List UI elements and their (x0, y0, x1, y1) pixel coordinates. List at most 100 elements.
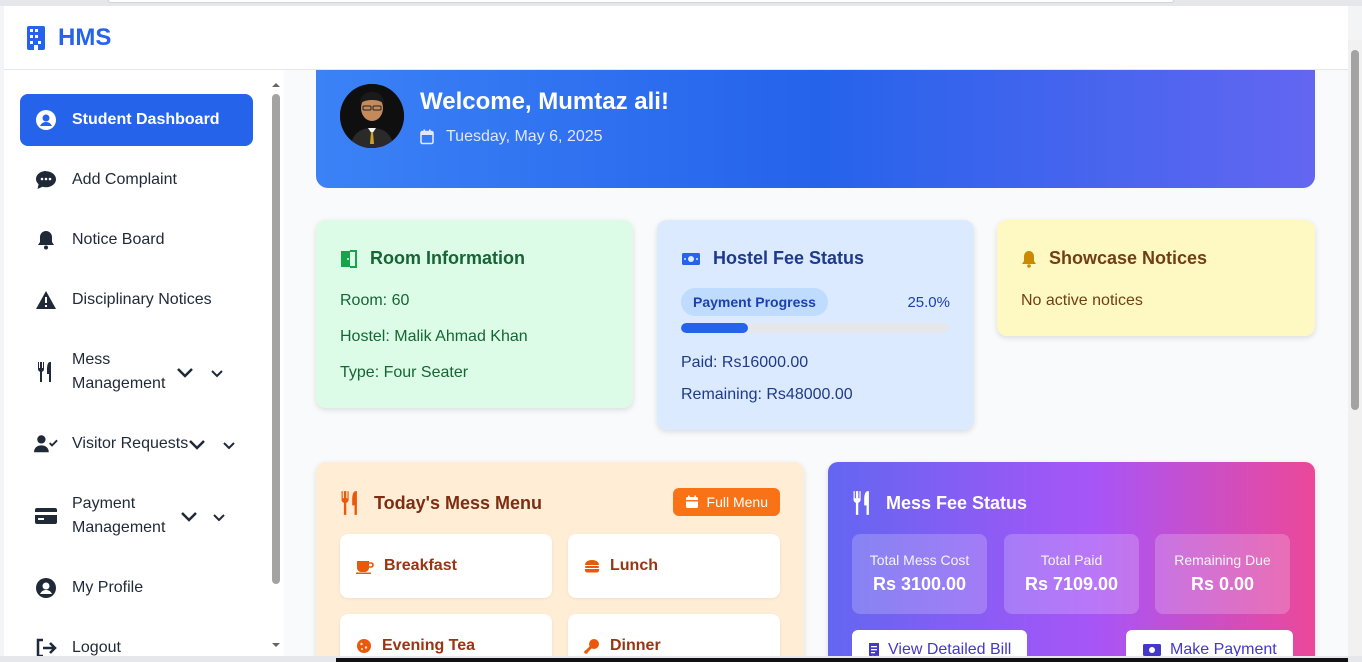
fee-remaining: Remaining: Rs48000.00 (681, 386, 853, 403)
sidebar-item-mess-management[interactable]: Mess Management (20, 346, 253, 398)
meal-breakfast[interactable]: Breakfast (340, 534, 552, 598)
sidebar-item-disciplinary-notices[interactable]: Disciplinary Notices (20, 274, 253, 326)
sidebar-item-add-complaint[interactable]: Add Complaint (20, 154, 253, 206)
welcome-heading: Welcome, Mumtaz ali! (420, 88, 669, 115)
user-circle-icon (34, 577, 58, 599)
sidebar-item-payment-management[interactable]: Payment Management (20, 490, 253, 542)
mess-fee-card: Mess Fee Status Total Mess Cost Rs 3100.… (828, 462, 1315, 656)
full-menu-label: Full Menu (706, 494, 768, 510)
meal-label: Evening Tea (382, 637, 476, 654)
hostel-fee-title: Hostel Fee Status (713, 248, 865, 268)
app-window: HMS Student Dashboard Add Complaint Noti… (4, 6, 1348, 656)
warning-icon (34, 289, 58, 311)
sidebar-item-label: Payment Management (72, 495, 166, 536)
cookie-icon (357, 639, 371, 653)
notices-empty-text: No active notices (1021, 292, 1143, 309)
chevron-down-icon[interactable] (176, 366, 194, 384)
sidebar-item-visitor-requests[interactable]: Visitor Requests (20, 418, 253, 470)
notices-title: Showcase Notices (1049, 248, 1208, 268)
browser-bar (108, 0, 1174, 3)
view-detailed-bill-label: View Detailed Bill (888, 641, 1012, 656)
mess-menu-title: Today's Mess Menu (374, 492, 542, 513)
sidebar-item-label: Logout (72, 639, 121, 656)
payment-progress-percent: 25.0% (907, 294, 950, 311)
mess-menu-title-row: Today's Mess Menu (340, 490, 542, 516)
mess-menu-card: Today's Mess Menu Full Menu Breakfast Lu… (316, 462, 804, 656)
brand-title[interactable]: HMS (58, 24, 111, 52)
mess-fee-title-row: Mess Fee Status (852, 490, 1027, 516)
page-scroll-thumb[interactable] (1351, 50, 1359, 410)
current-date: Tuesday, May 6, 2025 (446, 128, 603, 145)
scroll-down-icon[interactable] (270, 640, 282, 650)
total-mess-cost-stat: Total Mess Cost Rs 3100.00 (852, 534, 987, 614)
user-check-icon (34, 433, 58, 455)
remaining-due-stat: Remaining Due Rs 0.00 (1155, 534, 1290, 614)
bell-icon (1022, 250, 1036, 268)
credit-card-icon (34, 505, 58, 527)
money-icon (682, 252, 700, 265)
make-payment-label: Make Payment (1170, 641, 1277, 656)
meal-dinner[interactable]: Dinner (568, 614, 780, 656)
sidebar-item-label: Disciplinary Notices (72, 291, 212, 308)
room-info-title: Room Information (370, 248, 525, 268)
hostel-name: Hostel: Malik Ahmad Khan (340, 328, 528, 345)
room-number: Room: 60 (340, 292, 410, 309)
bell-icon (34, 229, 58, 251)
sidebar-item-label: Mess Management (72, 351, 166, 392)
hostel-fee-title-row: Hostel Fee Status (681, 248, 864, 269)
taskbar-edge (336, 658, 1348, 662)
meal-label: Dinner (610, 637, 661, 654)
payment-progress-bar (681, 323, 949, 333)
sidebar-item-logout[interactable]: Logout (20, 622, 253, 656)
date-row: Tuesday, May 6, 2025 (420, 128, 603, 146)
chevron-down-icon[interactable] (222, 438, 236, 456)
make-payment-button[interactable]: Make Payment (1126, 630, 1293, 656)
room-info-card: Room Information Room: 60 Hostel: Malik … (316, 220, 633, 408)
notices-card: Showcase Notices No active notices (997, 220, 1315, 336)
sidebar-item-notice-board[interactable]: Notice Board (20, 214, 253, 266)
chevron-down-icon[interactable] (188, 438, 206, 456)
notices-title-row: Showcase Notices (1021, 248, 1207, 269)
utensils-icon (853, 491, 869, 515)
stat-label: Total Paid (1040, 552, 1103, 568)
top-header: HMS (4, 6, 1348, 70)
avatar (340, 84, 404, 148)
welcome-banner: Welcome, Mumtaz ali! Tuesday, May 6, 202… (316, 70, 1315, 188)
sidebar-item-my-profile[interactable]: My Profile (20, 562, 253, 614)
calendar-icon (420, 129, 434, 145)
utensils-icon (34, 361, 58, 383)
utensils-icon (341, 491, 357, 515)
sidebar-item-label: Add Complaint (72, 171, 177, 188)
door-icon (341, 249, 357, 268)
stat-label: Total Mess Cost (869, 552, 970, 568)
calendar-icon (685, 495, 698, 508)
sidebar: Student Dashboard Add Complaint Notice B… (4, 70, 284, 656)
payment-progress-fill (681, 323, 748, 333)
page-scrollbar[interactable] (1348, 40, 1362, 656)
view-detailed-bill-button[interactable]: View Detailed Bill (852, 630, 1028, 656)
sidebar-scroll-thumb[interactable] (272, 94, 280, 584)
stat-value: Rs 3100.00 (872, 574, 967, 594)
bottom-strip (0, 656, 1362, 662)
chevron-down-icon[interactable] (212, 510, 226, 528)
meal-evening-tea[interactable]: Evening Tea (340, 614, 552, 656)
full-menu-button[interactable]: Full Menu (672, 488, 780, 516)
logout-icon (34, 637, 58, 656)
mess-fee-title: Mess Fee Status (886, 492, 1028, 513)
room-info-title-row: Room Information (340, 248, 525, 269)
meal-lunch[interactable]: Lunch (568, 534, 780, 598)
chevron-down-icon[interactable] (210, 366, 224, 384)
scroll-up-icon[interactable] (270, 80, 282, 90)
user-circle-icon (34, 109, 58, 131)
building-icon (26, 25, 46, 50)
sidebar-item-student-dashboard[interactable]: Student Dashboard (20, 94, 253, 146)
stat-label: Remaining Due (1174, 552, 1271, 568)
room-type: Type: Four Seater (340, 364, 469, 381)
meal-label: Breakfast (384, 557, 457, 574)
sidebar-item-label: Notice Board (72, 231, 165, 248)
payment-progress-label: Payment Progress (681, 288, 828, 316)
sidebar-item-label: Visitor Requests (72, 435, 189, 452)
chevron-down-icon[interactable] (180, 510, 198, 528)
hostel-fee-card: Hostel Fee Status Payment Progress 25.0%… (657, 220, 974, 430)
money-icon (1143, 644, 1161, 656)
